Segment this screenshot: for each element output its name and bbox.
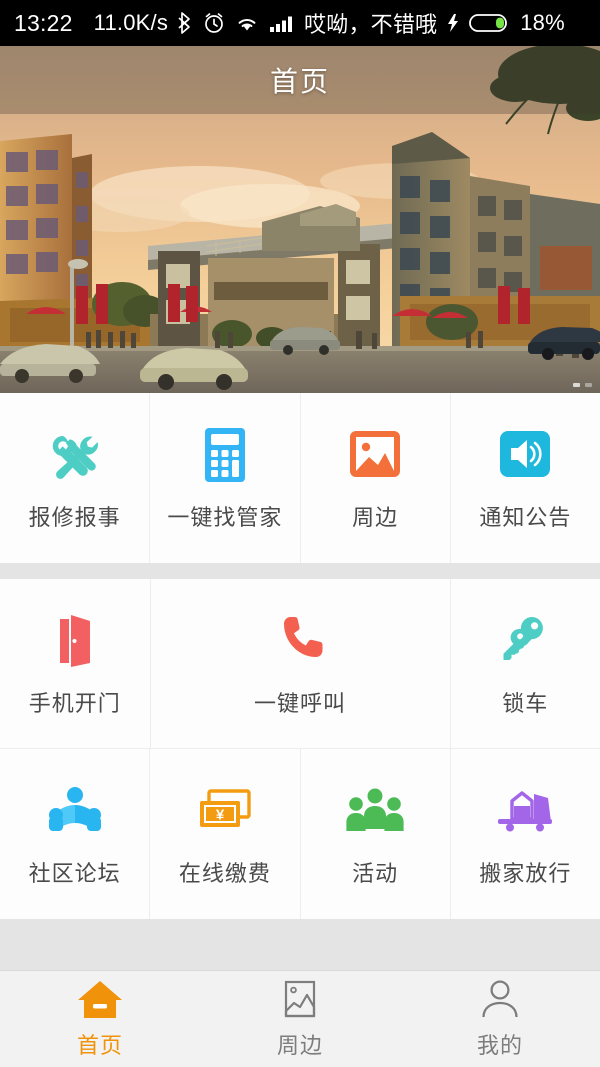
feature-suoche[interactable]: 锁车 [450, 579, 600, 749]
photo-outline-icon [280, 978, 320, 1020]
feature-baoxiubaoshi[interactable]: 报修报事 [0, 393, 151, 563]
status-time: 13:22 [14, 9, 73, 36]
home-icon [76, 978, 124, 1020]
bluetooth-icon [177, 11, 194, 35]
bottom-tab-bar: 首页 周边 我的 [0, 970, 600, 1067]
tab-mine[interactable]: 我的 [400, 971, 600, 1067]
svg-text:¥: ¥ [216, 807, 225, 824]
bottom-filler [0, 919, 600, 970]
feature-row-3: 社区论坛 ¥ 在线缴费 活动 搬家放行 [0, 749, 600, 919]
feature-label: 搬家放行 [479, 861, 572, 886]
tab-label: 首页 [76, 1033, 123, 1058]
page-title-bar: 首页 [0, 46, 600, 114]
feature-row-1: 报修报事 一键找管家 周边 通知公告 [0, 393, 600, 563]
carrier-text: 哎呦，不错哦 [304, 12, 438, 37]
feature-group-1: 报修报事 一键找管家 周边 通知公告 [0, 393, 600, 563]
feature-label: 活动 [352, 861, 399, 886]
payment-cards-yuan-icon: ¥ [195, 780, 255, 842]
feature-shequluntan[interactable]: 社区论坛 [0, 749, 151, 919]
feature-label: 手机开门 [28, 690, 121, 716]
calculator-icon [201, 424, 249, 486]
charging-bolt-icon [446, 13, 460, 33]
speaker-icon [497, 424, 553, 486]
feature-row-2: 手机开门 一键呼叫 锁车 [0, 579, 600, 749]
feature-label: 在线缴费 [178, 861, 271, 886]
feature-zhoubian[interactable]: 周边 [300, 393, 451, 563]
person-outline-icon [479, 978, 521, 1020]
feature-shoujikaimen[interactable]: 手机开门 [0, 579, 151, 749]
moving-truck-icon [494, 780, 556, 842]
tab-nearby[interactable]: 周边 [200, 971, 400, 1067]
tab-home[interactable]: 首页 [0, 971, 200, 1067]
photo-icon [347, 424, 403, 486]
alarm-icon [203, 12, 225, 34]
section-gap [0, 563, 600, 579]
battery-icon [469, 12, 511, 34]
phone-icon [274, 610, 326, 672]
feature-label: 报修报事 [28, 505, 121, 530]
feature-grid: 报修报事 一键找管家 周边 通知公告 手机开门 一键呼叫 锁车 社区论坛 ¥ 在… [0, 393, 600, 970]
wifi-icon [234, 13, 260, 33]
feature-label: 锁车 [502, 690, 549, 716]
feature-label: 一键找管家 [167, 505, 283, 530]
tab-label: 我的 [476, 1033, 523, 1058]
tab-label: 周边 [276, 1033, 323, 1058]
feature-zaixianjiaofei[interactable]: ¥ 在线缴费 [150, 749, 301, 919]
feature-label: 周边 [352, 505, 399, 530]
battery-percent: 18% [520, 10, 565, 35]
status-center-group: 11.0K/s 哎呦，不错哦 18% [73, 7, 586, 39]
feature-label: 一键呼叫 [253, 690, 346, 716]
keys-icon [500, 610, 550, 672]
feature-huodong[interactable]: 活动 [300, 749, 451, 919]
door-icon [52, 610, 98, 672]
banner-pager[interactable] [573, 383, 592, 387]
people-group-icon [346, 780, 404, 842]
banner-dot[interactable] [585, 383, 592, 387]
feature-label: 通知公告 [479, 505, 572, 530]
signal-icon [269, 13, 295, 33]
feature-yijianhujiao[interactable]: 一键呼叫 [150, 579, 451, 749]
feature-tongzhigonggao[interactable]: 通知公告 [450, 393, 600, 563]
tools-icon [47, 424, 103, 486]
feature-yijianzhaoguanjia[interactable]: 一键找管家 [150, 393, 301, 563]
status-bar: 13:22 11.0K/s 哎呦，不错哦 18% [0, 0, 600, 46]
feature-banjiafangxing[interactable]: 搬家放行 [450, 749, 600, 919]
banner-carousel[interactable]: 首页 [0, 46, 600, 393]
banner-dot[interactable] [573, 383, 580, 387]
page-title: 首页 [269, 66, 330, 97]
open-book-reader-icon [46, 780, 104, 842]
network-speed-text: 11.0K/s [93, 10, 169, 35]
feature-group-2: 手机开门 一键呼叫 锁车 社区论坛 ¥ 在线缴费 活动 搬家放行 [0, 579, 600, 919]
app-screen: 13:22 11.0K/s 哎呦，不错哦 18% 首页 报修报事 一键找管家 周… [0, 0, 600, 1067]
feature-label: 社区论坛 [28, 861, 121, 886]
